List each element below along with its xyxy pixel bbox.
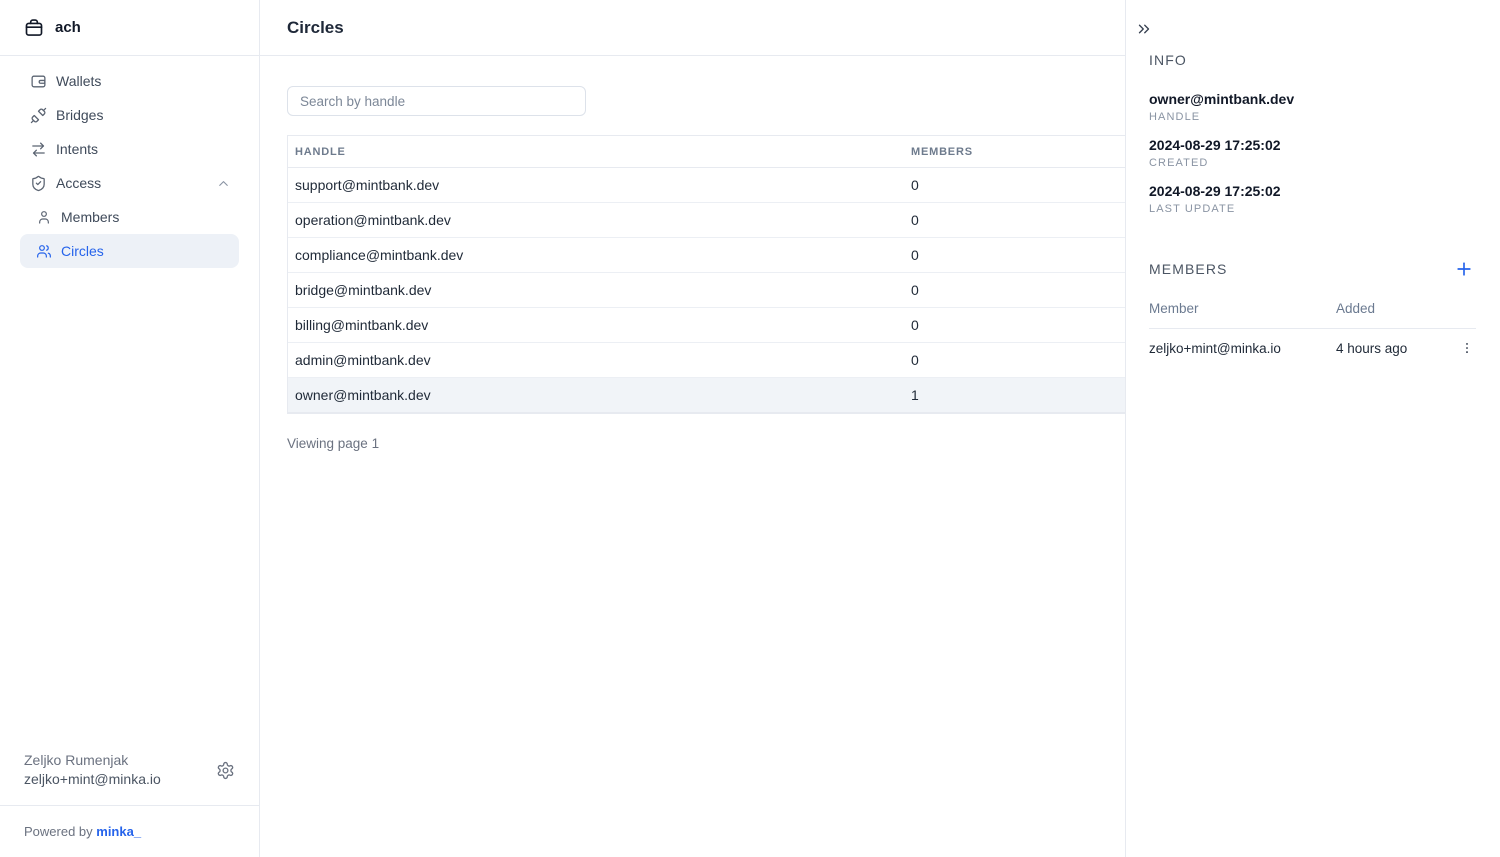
sidebar-item-access[interactable]: Access bbox=[20, 166, 239, 200]
users-icon bbox=[36, 243, 52, 259]
sidebar-item-members[interactable]: Members bbox=[20, 200, 239, 234]
kebab-menu-icon[interactable] bbox=[1458, 338, 1476, 358]
column-header-member: Member bbox=[1149, 301, 1336, 316]
cell-handle: support@mintbank.dev bbox=[288, 177, 904, 193]
sidebar-item-label: Members bbox=[61, 209, 119, 225]
info-field-created: 2024-08-29 17:25:02 CREATED bbox=[1149, 137, 1476, 169]
briefcase-icon bbox=[24, 18, 44, 38]
cell-member: zeljko+mint@minka.io bbox=[1149, 341, 1336, 356]
chevron-up-icon[interactable] bbox=[216, 176, 231, 191]
members-table-header: Member Added bbox=[1149, 301, 1476, 329]
app-brand[interactable]: ach bbox=[0, 0, 259, 56]
cell-handle: admin@mintbank.dev bbox=[288, 352, 904, 368]
user-icon bbox=[36, 209, 52, 225]
cell-handle: owner@mintbank.dev bbox=[288, 387, 904, 403]
plug-icon bbox=[30, 107, 47, 124]
sidebar-item-intents[interactable]: Intents bbox=[20, 132, 239, 166]
cell-added: 4 hours ago bbox=[1336, 341, 1458, 356]
shield-check-icon bbox=[30, 175, 47, 192]
brand-name: ach bbox=[55, 19, 81, 36]
chevrons-right-icon[interactable] bbox=[1135, 20, 1153, 38]
sidebar-item-bridges[interactable]: Bridges bbox=[20, 98, 239, 132]
gear-icon[interactable] bbox=[216, 761, 235, 780]
members-heading: MEMBERS bbox=[1149, 261, 1454, 277]
page-title: Circles bbox=[287, 18, 344, 38]
info-field-handle: owner@mintbank.dev HANDLE bbox=[1149, 91, 1476, 123]
info-fields: owner@mintbank.dev HANDLE 2024-08-29 17:… bbox=[1149, 91, 1476, 215]
panel-content: INFO owner@mintbank.dev HANDLE 2024-08-2… bbox=[1126, 0, 1500, 367]
sidebar-item-label: Circles bbox=[61, 243, 104, 259]
minka-link[interactable]: minka_ bbox=[96, 824, 141, 839]
sidebar-footer: Zeljko Rumenjak zeljko+mint@minka.io Pow… bbox=[0, 737, 259, 857]
sidebar-item-circles[interactable]: Circles bbox=[20, 234, 239, 268]
field-value: 2024-08-29 17:25:02 bbox=[1149, 137, 1476, 154]
sidebar-item-label: Wallets bbox=[56, 73, 101, 89]
field-label: HANDLE bbox=[1149, 111, 1476, 123]
cell-handle: compliance@mintbank.dev bbox=[288, 247, 904, 263]
column-header-handle: HANDLE bbox=[288, 146, 904, 158]
sidebar-item-label: Intents bbox=[56, 141, 98, 157]
cell-handle: operation@mintbank.dev bbox=[288, 212, 904, 228]
user-meta: Zeljko Rumenjak zeljko+mint@minka.io bbox=[24, 751, 216, 789]
field-label: LAST UPDATE bbox=[1149, 203, 1476, 215]
cell-handle: bridge@mintbank.dev bbox=[288, 282, 904, 298]
sidebar-item-wallets[interactable]: Wallets bbox=[20, 64, 239, 98]
powered-by: Powered by minka_ bbox=[0, 805, 259, 857]
field-value: 2024-08-29 17:25:02 bbox=[1149, 183, 1476, 200]
cell-handle: billing@mintbank.dev bbox=[288, 317, 904, 333]
sidebar-nav: Wallets Bridges Intents bbox=[0, 56, 259, 268]
sidebar: ach Wallets Bridges bbox=[0, 0, 260, 857]
add-member-button[interactable] bbox=[1454, 259, 1474, 279]
user-name: Zeljko Rumenjak bbox=[24, 751, 216, 770]
info-field-last-update: 2024-08-29 17:25:02 LAST UPDATE bbox=[1149, 183, 1476, 215]
column-header-added: Added bbox=[1336, 301, 1476, 316]
sidebar-item-label: Access bbox=[56, 175, 101, 191]
search-input[interactable] bbox=[287, 86, 586, 116]
field-label: CREATED bbox=[1149, 157, 1476, 169]
info-heading: INFO bbox=[1149, 52, 1476, 68]
member-row[interactable]: zeljko+mint@minka.io 4 hours ago bbox=[1149, 329, 1476, 367]
detail-panel: INFO owner@mintbank.dev HANDLE 2024-08-2… bbox=[1125, 0, 1500, 857]
user-block: Zeljko Rumenjak zeljko+mint@minka.io bbox=[0, 737, 259, 805]
user-email: zeljko+mint@minka.io bbox=[24, 770, 216, 789]
members-section-header: MEMBERS bbox=[1149, 259, 1476, 279]
wallet-icon bbox=[30, 73, 47, 90]
field-value: owner@mintbank.dev bbox=[1149, 91, 1476, 108]
powered-by-prefix: Powered by bbox=[24, 824, 96, 839]
sidebar-item-label: Bridges bbox=[56, 107, 103, 123]
arrows-left-right-icon bbox=[30, 141, 47, 158]
